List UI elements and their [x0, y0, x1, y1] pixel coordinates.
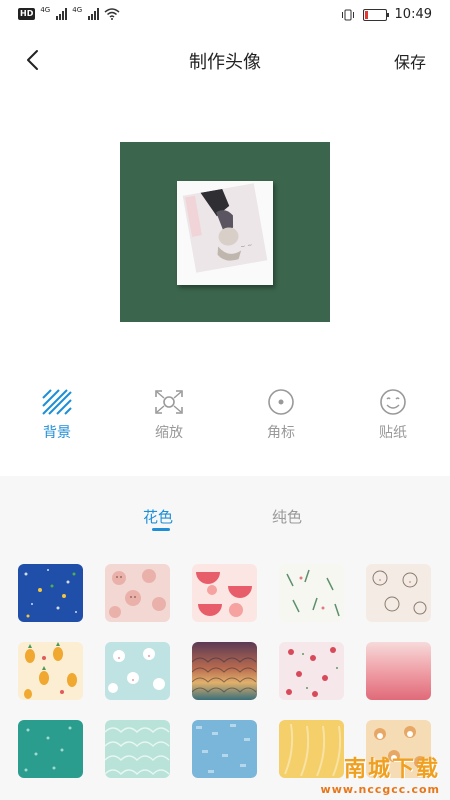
signal-label-1: 4G — [40, 6, 51, 14]
watermark: 南城下载 www.nccgcc.com — [321, 751, 440, 796]
tool-sticker[interactable]: 贴纸 — [358, 388, 428, 442]
hd-badge: HD — [18, 8, 36, 20]
swatch-strawberry[interactable] — [279, 642, 344, 700]
tool-label: 角标 — [267, 425, 295, 441]
tool-background[interactable]: 背景 — [22, 388, 92, 442]
signal-label-2: 4G — [72, 6, 83, 14]
wifi-icon — [104, 8, 120, 20]
photo-frame[interactable]: ~ ~ — [177, 181, 273, 285]
subtab-pattern[interactable]: 花色 — [143, 506, 173, 527]
status-left: HD 4G 4G — [18, 6, 120, 20]
avatar-preview: ~ ~ — [120, 142, 330, 322]
avatar-photo: ~ ~ — [182, 183, 268, 273]
scale-icon — [155, 390, 183, 414]
swatch-pineapple[interactable] — [18, 642, 83, 700]
swatch-blue-star[interactable] — [18, 564, 83, 622]
tool-label: 贴纸 — [379, 425, 407, 441]
vibrate-icon — [341, 9, 354, 20]
status-bar: HD 4G 4G 10:49 — [0, 0, 450, 32]
subtab-underline — [152, 528, 170, 531]
battery-icon — [362, 8, 389, 21]
tool-scale[interactable]: 缩放 — [134, 388, 204, 442]
page-title: 制作头像 — [189, 52, 261, 73]
swatch-mint-wave[interactable] — [105, 720, 170, 778]
swatch-leaf[interactable] — [279, 564, 344, 622]
swatch-sunset-scale[interactable] — [192, 642, 257, 700]
watermark-title: 南城下载 — [343, 757, 440, 782]
swatch-blue-mosaic[interactable] — [192, 720, 257, 778]
swatch-teal-dot[interactable] — [18, 720, 83, 778]
title-bar: 制作头像 保存 — [0, 36, 450, 84]
subtab-solid[interactable]: 纯色 — [272, 506, 302, 527]
tool-label: 背景 — [43, 425, 71, 441]
tool-label: 缩放 — [155, 425, 183, 441]
pattern-panel: 花色 纯色 南城下载 www.nccgcc.com — [0, 476, 450, 800]
swatch-mint-bunny[interactable] — [105, 642, 170, 700]
tool-bar: 背景 缩放 角标 贴纸 — [0, 388, 450, 444]
tool-badge[interactable]: 角标 — [246, 388, 316, 442]
background-stripes-icon — [42, 389, 72, 415]
photo-illustration: ~ ~ — [182, 183, 268, 273]
sticker-icon — [380, 389, 406, 415]
swatch-pink-gradient[interactable] — [366, 642, 431, 700]
signal-icon — [56, 8, 68, 20]
swatch-watermelon[interactable] — [192, 564, 257, 622]
watermark-url: www.nccgcc.com — [320, 783, 440, 796]
clock: 10:49 — [394, 7, 432, 22]
signal-icon-2 — [88, 8, 100, 20]
save-button[interactable]: 保存 — [394, 49, 426, 73]
swatch-cat-doodle[interactable] — [366, 564, 431, 622]
badge-icon — [268, 389, 294, 415]
swatch-pink-bear[interactable] — [105, 564, 170, 622]
status-right: 10:49 — [341, 7, 432, 22]
